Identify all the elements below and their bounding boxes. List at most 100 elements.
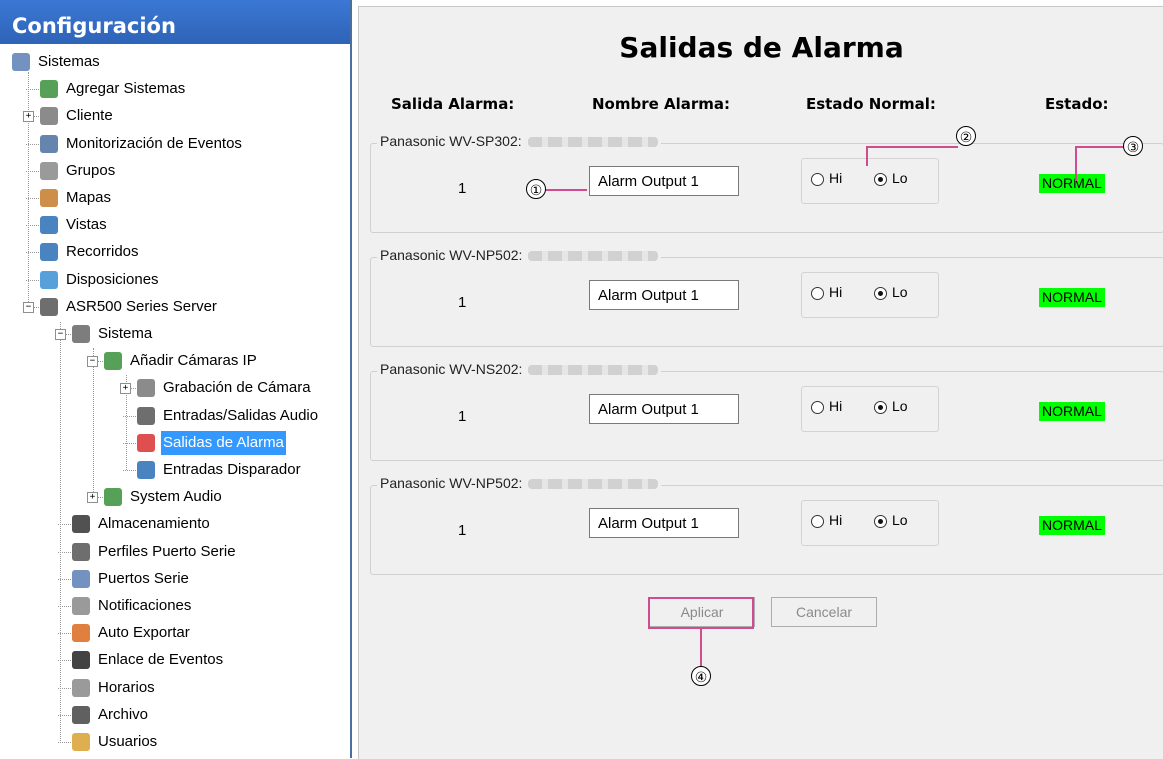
serial-port-icon	[72, 569, 90, 588]
status-badge: NORMAL	[1039, 402, 1105, 421]
cancel-button[interactable]: Cancelar	[771, 597, 877, 627]
lo-radio[interactable]	[874, 515, 887, 528]
expand-icon[interactable]: +	[87, 492, 98, 504]
lo-radio[interactable]	[874, 173, 887, 186]
output-number: 1	[458, 294, 467, 311]
hi-radio[interactable]	[811, 287, 824, 300]
callout-box-left	[648, 597, 650, 629]
groups-icon	[40, 161, 58, 180]
tree-item-label: Usuarios	[98, 733, 158, 750]
tree-item-label: Añadir Cámaras IP	[130, 352, 257, 370]
tree-item-label: Puertos Serie	[98, 569, 189, 587]
system-icon	[72, 325, 90, 343]
tree-item-label: Sistema	[98, 325, 153, 342]
hi-radio[interactable]	[811, 401, 824, 414]
alarm-outputs-panel: Salidas de Alarma Salida Alarma: Nombre …	[358, 6, 1163, 759]
expand-icon[interactable]: +	[120, 383, 131, 395]
output-number: 1	[458, 522, 467, 539]
alarm-name-input[interactable]	[589, 166, 739, 196]
collapse-icon[interactable]: −	[87, 356, 98, 368]
tours-icon	[40, 243, 58, 262]
tree-item-label: System Audio	[130, 488, 222, 506]
systems-icon	[12, 53, 30, 71]
normal-state-group: Hi Lo	[801, 158, 939, 204]
device-group: Panasonic WV-NS202: 1 Hi Lo NORMAL	[370, 361, 1163, 461]
archive-icon	[72, 705, 90, 724]
alarm-name-input[interactable]	[589, 394, 739, 424]
views-icon	[40, 216, 58, 235]
device-label: Panasonic WV-NS202:	[377, 361, 662, 377]
auto-export-icon	[72, 624, 90, 643]
column-header-name: Nombre Alarma:	[592, 95, 731, 113]
tree-item-label: Notificaciones	[98, 597, 192, 614]
tree-item-label: Perfiles Puerto Serie	[98, 542, 236, 560]
status-badge: NORMAL	[1039, 516, 1105, 535]
alarm-output-icon	[137, 433, 155, 452]
serial-profile-icon	[72, 542, 90, 561]
apply-button[interactable]: Aplicar	[649, 597, 755, 627]
status-badge: NORMAL	[1039, 288, 1105, 307]
hi-label: Hi	[829, 512, 843, 528]
tree-item-label: Auto Exportar	[98, 624, 190, 642]
client-gear-icon	[40, 107, 58, 126]
callout-line-1	[545, 189, 587, 191]
normal-state-group: Hi Lo	[801, 386, 939, 432]
collapse-icon[interactable]: −	[23, 301, 34, 313]
device-group: Panasonic WV-NP502: 1 Hi Lo NORMAL	[370, 475, 1163, 575]
hi-radio[interactable]	[811, 173, 824, 186]
trigger-input-icon	[137, 461, 155, 479]
page-title: Salidas de Alarma	[619, 31, 904, 64]
tree-item-label: Sistemas	[38, 53, 100, 70]
tree-item-label: Salidas de Alarma	[161, 430, 286, 455]
lo-radio[interactable]	[874, 287, 887, 300]
tree-item-label: Agregar Sistemas	[66, 80, 186, 98]
callout-4: ④	[691, 666, 711, 686]
expand-icon[interactable]: +	[23, 111, 34, 123]
storage-icon	[72, 515, 90, 534]
tree-item-label: Monitorización de Eventos	[66, 134, 242, 152]
tree-item-label: Disposiciones	[66, 270, 159, 288]
config-tree-panel: Configuración Sistemas Agregar Sistemas Cl…	[0, 0, 352, 758]
tree-item-label: Archivo	[98, 705, 149, 723]
alarm-name-input[interactable]	[589, 508, 739, 538]
redacted-address	[528, 251, 659, 262]
tree-item-label: Entradas/Salidas Audio	[163, 406, 319, 424]
callout-line-4	[700, 629, 702, 666]
alarm-name-input[interactable]	[589, 280, 739, 310]
hi-label: Hi	[829, 398, 843, 414]
tree-item-label: Horarios	[98, 678, 155, 696]
hi-label: Hi	[829, 170, 843, 186]
callout-line-3a	[1075, 146, 1125, 148]
normal-state-group: Hi Lo	[801, 272, 939, 318]
hi-radio[interactable]	[811, 515, 824, 528]
audio-io-icon	[137, 406, 155, 425]
tree-item-label: Almacenamiento	[98, 515, 210, 533]
tree-item-label: Grabación de Cámara	[163, 379, 311, 397]
redacted-address	[527, 137, 658, 148]
system-audio-icon	[104, 488, 122, 507]
lo-label: Lo	[892, 284, 908, 300]
notification-icon	[72, 597, 90, 615]
device-group: Panasonic WV-SP302: 1 Hi Lo NORMAL	[370, 133, 1163, 233]
callout-box-right	[752, 597, 754, 629]
callout-2: ②	[956, 126, 976, 146]
lo-label: Lo	[892, 170, 908, 186]
lo-label: Lo	[892, 398, 908, 414]
callout-line-2b	[866, 146, 868, 166]
callout-3: ③	[1123, 136, 1143, 156]
output-number: 1	[458, 408, 467, 425]
collapse-icon[interactable]: −	[55, 329, 66, 340]
device-label: Panasonic WV-NP502:	[377, 247, 662, 263]
lo-radio[interactable]	[874, 401, 887, 414]
tree-item-label: Cliente	[66, 107, 113, 125]
tree-item-label: Mapas	[66, 189, 112, 206]
callout-1: ①	[526, 179, 546, 199]
tree-item-label: Vistas	[66, 216, 107, 234]
layouts-icon	[40, 270, 58, 289]
column-header-output: Salida Alarma:	[391, 95, 515, 113]
column-header-normal-state: Estado Normal:	[806, 95, 936, 113]
users-icon	[72, 733, 90, 751]
maps-icon	[40, 189, 58, 207]
camera-recording-icon	[137, 379, 155, 398]
redacted-address	[528, 479, 659, 490]
